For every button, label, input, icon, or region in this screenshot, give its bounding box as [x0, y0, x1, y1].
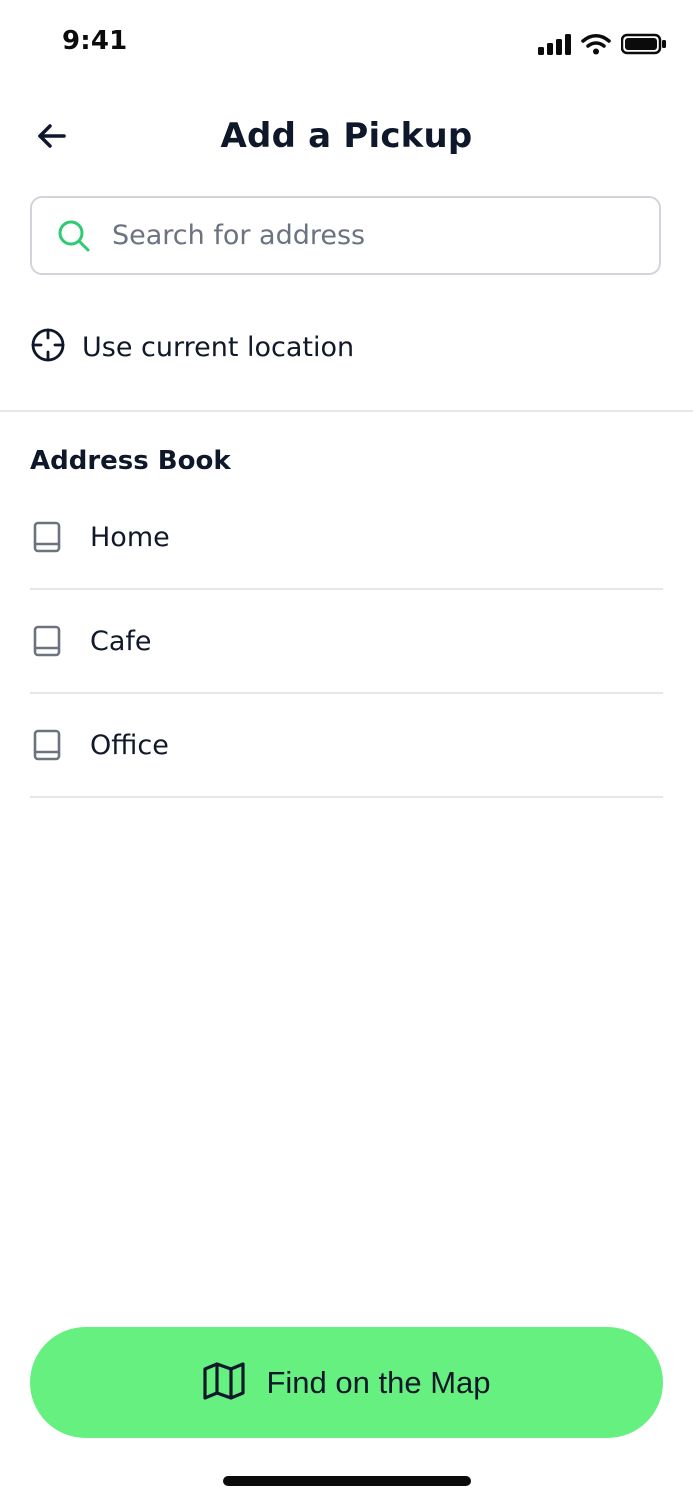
home-indicator — [223, 1476, 471, 1486]
find-on-map-button[interactable]: Find on the Map — [30, 1327, 663, 1438]
address-item-label: Cafe — [90, 625, 152, 657]
book-icon — [30, 728, 64, 762]
address-item-label: Office — [90, 729, 169, 761]
address-item-office[interactable]: Office — [30, 694, 663, 798]
page-title: Add a Pickup — [220, 116, 473, 156]
book-icon — [30, 624, 64, 658]
map-icon — [202, 1361, 246, 1404]
address-book-list: Home Cafe Office — [30, 486, 663, 798]
status-time: 9:41 — [62, 26, 128, 56]
address-item-home[interactable]: Home — [30, 486, 663, 590]
find-on-map-label: Find on the Map — [266, 1364, 491, 1400]
address-book-title: Address Book — [30, 446, 231, 476]
wifi-icon — [581, 33, 611, 55]
address-item-label: Home — [90, 521, 170, 553]
status-icons — [537, 30, 667, 58]
search-icon — [56, 218, 92, 254]
header: Add a Pickup — [0, 96, 693, 180]
status-bar: 9:41 — [0, 0, 693, 88]
signal-icon — [537, 33, 571, 55]
battery-icon — [621, 33, 667, 55]
use-current-location[interactable]: Use current location — [30, 321, 354, 373]
crosshair-icon — [30, 327, 66, 367]
address-item-cafe[interactable]: Cafe — [30, 590, 663, 694]
book-icon — [30, 520, 64, 554]
current-location-label: Use current location — [82, 331, 355, 363]
search-input[interactable] — [110, 219, 634, 252]
section-divider — [0, 410, 693, 412]
search-box[interactable] — [30, 196, 661, 275]
